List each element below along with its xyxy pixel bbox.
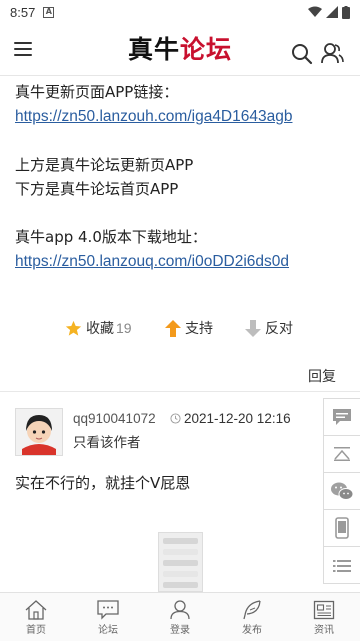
support-label: 支持 bbox=[185, 321, 213, 337]
favorite-label: 收藏 bbox=[86, 321, 114, 337]
users-icon[interactable] bbox=[320, 41, 344, 65]
post-line: 下方是真牛论坛首页APP bbox=[15, 180, 179, 198]
bottom-tab-bar: 首页 论坛 登录 发布 资讯 bbox=[0, 592, 360, 641]
top-bar: 真牛论坛 bbox=[0, 24, 360, 76]
comment-time: 2021-12-20 12:16 bbox=[170, 411, 291, 426]
post-line: 真牛app 4.0版本下载地址： bbox=[15, 228, 207, 246]
search-icon[interactable] bbox=[291, 43, 313, 65]
download-link-1[interactable]: https://zn50.lanzouh.com/iga4D1643agb bbox=[15, 108, 292, 125]
feather-icon bbox=[243, 600, 261, 620]
download-link-2[interactable]: https://zn50.lanzouq.com/i0oDD2i6ds0d bbox=[15, 253, 289, 270]
logo-part2: 论坛 bbox=[180, 35, 233, 64]
avatar[interactable] bbox=[15, 408, 63, 456]
tab-label: 论坛 bbox=[98, 625, 118, 636]
status-icons bbox=[308, 5, 350, 19]
logo-part1: 真牛 bbox=[127, 35, 180, 64]
avatar-icon bbox=[16, 409, 62, 455]
tab-label: 资讯 bbox=[314, 625, 334, 636]
side-tool-top[interactable] bbox=[324, 436, 360, 473]
clock-icon bbox=[170, 413, 181, 424]
status-time: 8:57 bbox=[10, 4, 36, 20]
comment-time-text: 2021-12-20 12:16 bbox=[184, 411, 291, 426]
back-to-top-icon bbox=[334, 447, 350, 461]
only-author-link[interactable]: 只看该作者 bbox=[73, 431, 141, 451]
side-tool-wechat[interactable] bbox=[324, 473, 360, 510]
comment-image[interactable] bbox=[158, 532, 203, 592]
tab-label: 首页 bbox=[26, 625, 46, 636]
notification-badge: A bbox=[43, 6, 55, 18]
status-bar: 8:57 A bbox=[0, 0, 360, 24]
post-body: 真牛更新页面APP链接： https://zn50.lanzouh.com/ig… bbox=[0, 76, 360, 274]
wifi-icon bbox=[308, 6, 322, 17]
comment-icon bbox=[333, 409, 351, 425]
side-tool-list[interactable] bbox=[324, 547, 360, 584]
post-line bbox=[15, 129, 345, 153]
favorite-button[interactable]: 收藏 19 bbox=[65, 318, 132, 338]
reply-button[interactable]: 回复 bbox=[308, 366, 336, 386]
tab-news[interactable]: 资讯 bbox=[288, 593, 360, 641]
tab-label: 登录 bbox=[170, 625, 190, 636]
side-tool-comment[interactable] bbox=[324, 399, 360, 436]
reply-row: 回复 bbox=[0, 364, 360, 392]
post-line: 真牛更新页面APP链接： bbox=[15, 83, 179, 101]
mobile-icon bbox=[335, 517, 349, 539]
tab-publish[interactable]: 发布 bbox=[216, 593, 288, 641]
post-line: 上方是真牛论坛更新页APP bbox=[15, 156, 194, 174]
user-icon bbox=[170, 600, 190, 620]
side-toolbar bbox=[323, 398, 360, 584]
list-icon bbox=[333, 559, 351, 572]
tab-label: 发布 bbox=[242, 625, 262, 636]
battery-icon bbox=[342, 5, 350, 19]
tab-forum[interactable]: 论坛 bbox=[72, 593, 144, 641]
arrow-up-icon bbox=[165, 319, 181, 337]
arrow-down-icon bbox=[245, 319, 261, 337]
oppose-label: 反对 bbox=[265, 321, 293, 337]
star-icon bbox=[65, 320, 82, 336]
post-line bbox=[15, 201, 345, 225]
support-button[interactable]: 支持 bbox=[165, 318, 213, 338]
tab-home[interactable]: 首页 bbox=[0, 593, 72, 641]
comment-text: 实在不行的，就挂个V屁恩 bbox=[15, 474, 191, 492]
favorite-count: 19 bbox=[116, 320, 132, 336]
signal-icon bbox=[326, 6, 338, 18]
news-icon bbox=[313, 600, 335, 620]
wechat-icon bbox=[331, 482, 354, 500]
post-content: 真牛更新页面APP链接： https://zn50.lanzouh.com/ig… bbox=[0, 76, 360, 592]
chat-icon bbox=[97, 600, 119, 620]
side-tool-mobile[interactable] bbox=[324, 510, 360, 547]
comment-username[interactable]: qq910041072 bbox=[73, 411, 156, 426]
tab-login[interactable]: 登录 bbox=[144, 593, 216, 641]
oppose-button[interactable]: 反对 bbox=[245, 318, 293, 338]
home-icon bbox=[25, 600, 47, 620]
post-actions: 收藏 19 支持 反对 bbox=[0, 318, 360, 342]
